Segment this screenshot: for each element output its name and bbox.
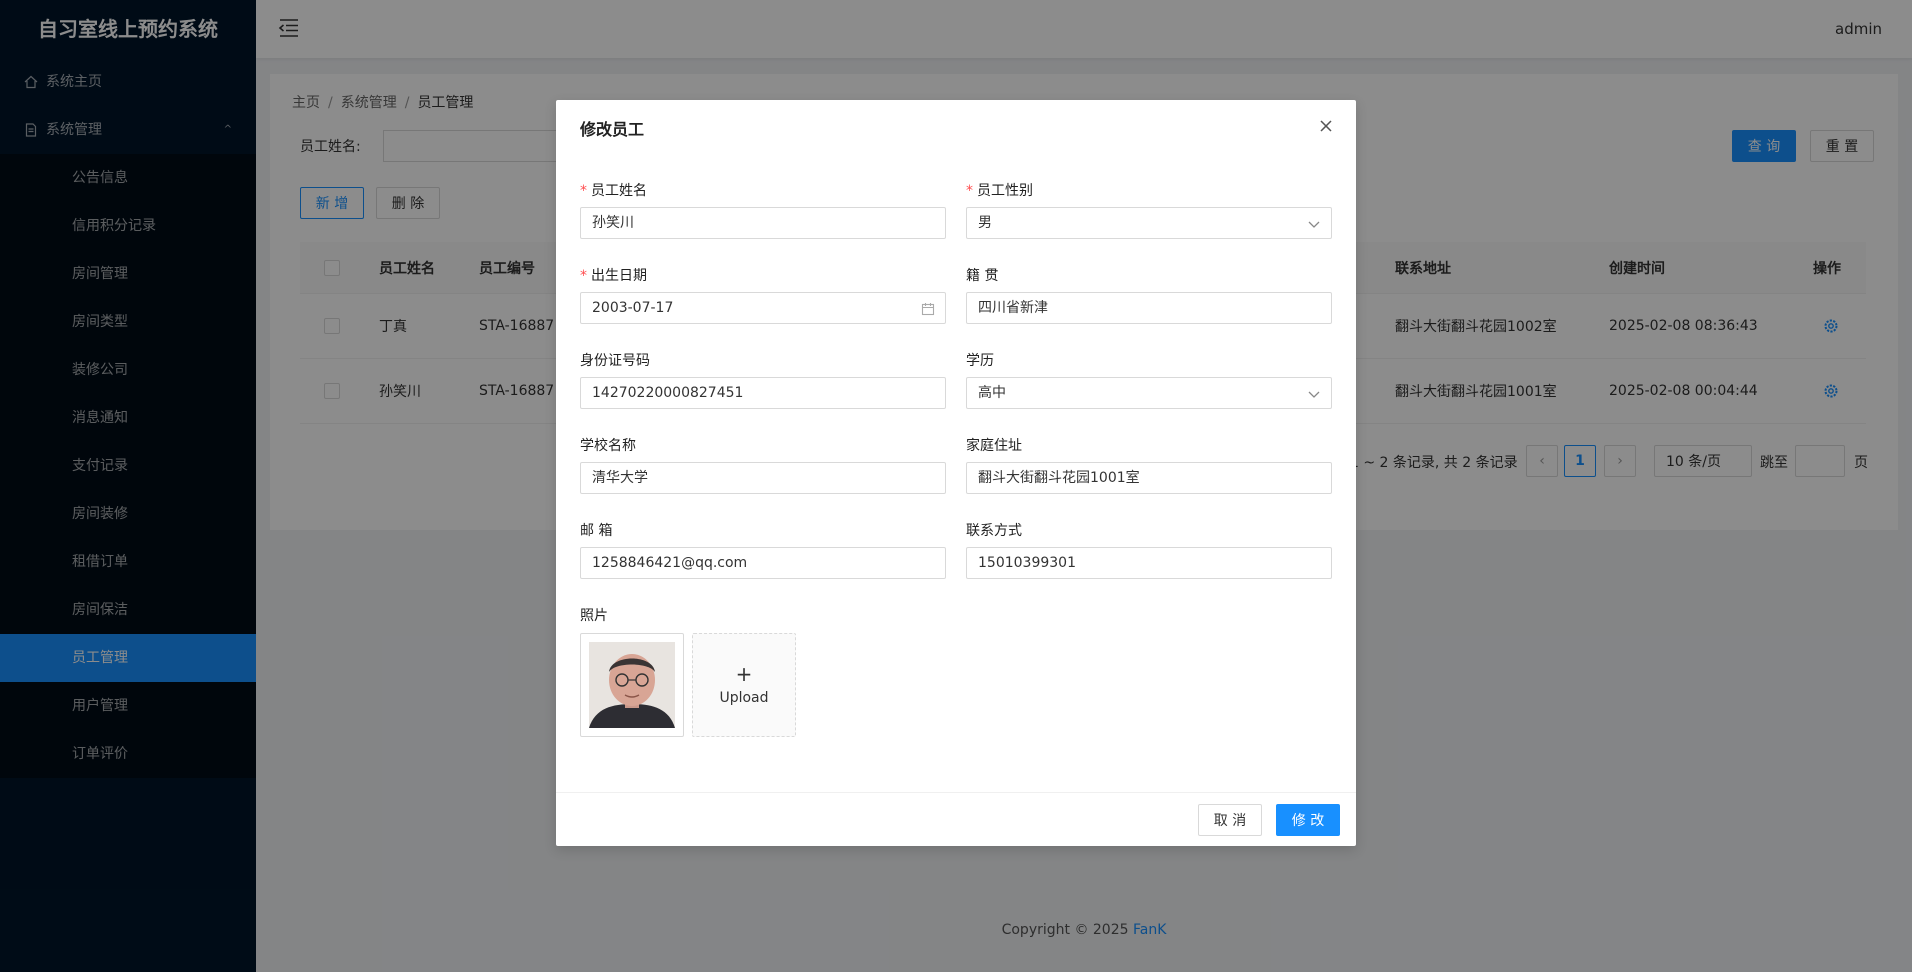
close-icon[interactable] <box>1316 116 1336 136</box>
calendar-icon <box>921 303 935 316</box>
origin-field[interactable]: 四川省新津 <box>966 292 1332 324</box>
modal-title: 修改员工 <box>580 120 645 139</box>
birth-date-picker[interactable]: 2003-07-17 <box>580 292 946 324</box>
school-label: 学校名称 <box>580 438 636 454</box>
upload-label: Upload <box>719 690 769 706</box>
app-root: 自习室线上预约系统 系统主页 系统管理 ^ 公告信息 信用积分记录 房间管理 房… <box>0 0 1912 972</box>
phone-label: 联系方式 <box>966 523 1022 539</box>
origin-label: 籍 贯 <box>966 268 999 284</box>
email-label: 邮 箱 <box>580 523 613 539</box>
name-label: * 员工姓名 <box>580 183 647 199</box>
email-field[interactable]: 1258846421@qq.com <box>580 547 946 579</box>
chevron-down-icon <box>1308 391 1320 398</box>
birth-label: * 出生日期 <box>580 268 647 284</box>
education-select[interactable]: 高中 <box>966 377 1332 409</box>
gender-value: 男 <box>978 215 992 231</box>
education-label: 学历 <box>966 353 994 369</box>
gender-label: * 员工性别 <box>966 183 1033 199</box>
cancel-button[interactable]: 取 消 <box>1198 804 1262 836</box>
education-value: 高中 <box>978 385 1006 401</box>
chevron-down-icon <box>1308 221 1320 228</box>
home-label: 家庭住址 <box>966 438 1022 454</box>
id-card-label: 身份证号码 <box>580 353 650 369</box>
plus-icon: + <box>735 662 753 686</box>
home-field[interactable]: 翻斗大街翻斗花园1001室 <box>966 462 1332 494</box>
birth-value: 2003-07-17 <box>592 300 674 316</box>
name-field[interactable]: 孙笑川 <box>580 207 946 239</box>
avatar <box>589 642 675 728</box>
edit-staff-modal: 修改员工 * 员工姓名 孙笑川 * 员工性别 男 * 出生日期 2003-07-17 … <box>556 100 1356 846</box>
submit-button[interactable]: 修 改 <box>1276 804 1340 836</box>
photo-label: 照片 <box>580 608 608 624</box>
modal-footer: 取 消 修 改 <box>556 792 1356 846</box>
school-field[interactable]: 清华大学 <box>580 462 946 494</box>
upload-button[interactable]: + Upload <box>692 633 796 737</box>
phone-field[interactable]: 15010399301 <box>966 547 1332 579</box>
id-card-field[interactable]: 14270220000827451 <box>580 377 946 409</box>
gender-select[interactable]: 男 <box>966 207 1332 239</box>
photo-thumbnail[interactable] <box>580 633 684 737</box>
